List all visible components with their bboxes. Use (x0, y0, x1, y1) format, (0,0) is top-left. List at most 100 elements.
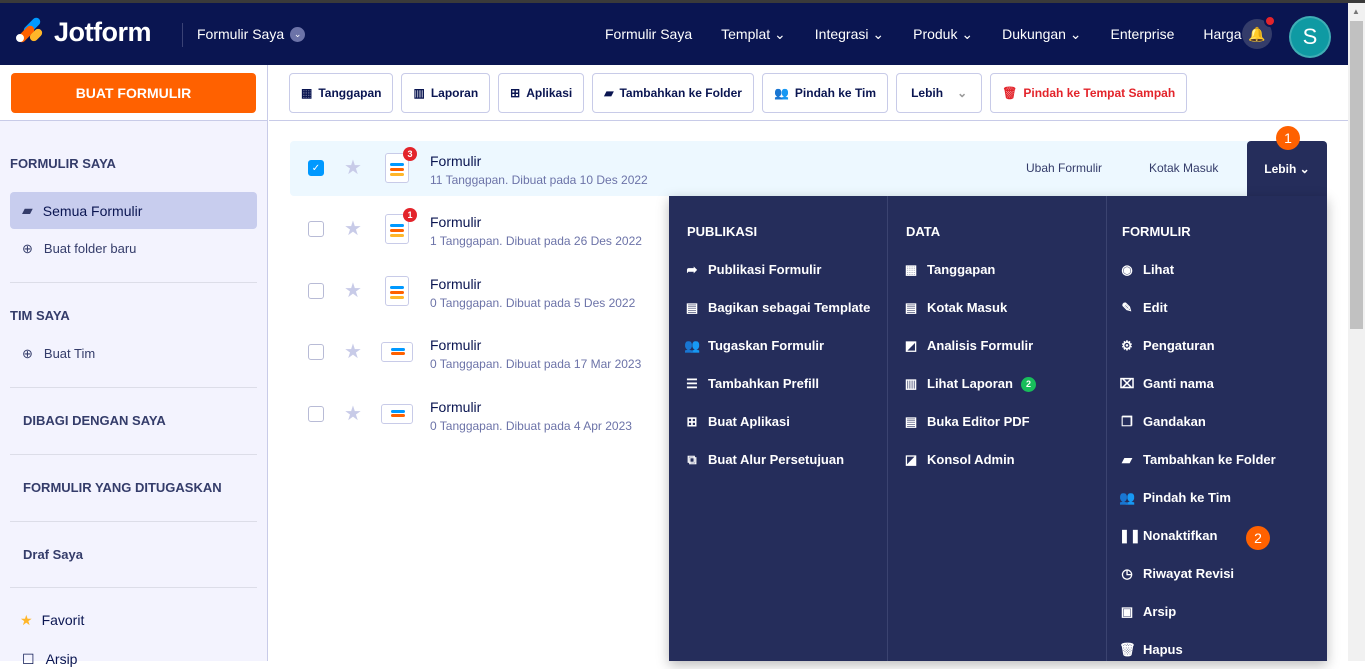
menu-item[interactable]: ▣ Arsip (1119, 593, 1327, 631)
move-to-team-button[interactable]: 👥 Pindah ke Tim (761, 72, 889, 113)
menu-item[interactable]: ▦ Tanggapan (903, 251, 1106, 289)
star-icon[interactable]: ★ (344, 401, 362, 426)
nav-products[interactable]: Produk ⌄ (913, 26, 973, 43)
share-icon: ➦ (686, 262, 698, 277)
nav-enterprise[interactable]: Enterprise (1111, 26, 1175, 43)
menu-item-label: Tugaskan Formulir (708, 338, 825, 353)
menu-item[interactable]: ▥ Lihat Laporan 2 (903, 365, 1106, 403)
menu-item[interactable]: ▤ Kotak Masuk (903, 289, 1106, 327)
create-form-button[interactable]: BUAT FORMULIR (11, 73, 256, 113)
menu-item[interactable]: ⌧ Ganti nama (1119, 365, 1327, 403)
trash-icon: 🗑 (1119, 642, 1136, 657)
nav-support[interactable]: Dukungan ⌄ (1002, 26, 1081, 43)
sidebar-item-archive[interactable]: ☐ Arsip (22, 651, 77, 668)
nav-pricing[interactable]: Harga (1203, 26, 1241, 43)
menu-item[interactable]: 👥 Pindah ke Tim (1119, 479, 1327, 517)
menu-item[interactable]: ⊞ Buat Aplikasi (684, 403, 887, 441)
form-meta: 0 Tanggapan. Dibuat pada 17 Mar 2023 (430, 357, 642, 371)
select-checkbox[interactable] (308, 282, 324, 299)
add-to-folder-button[interactable]: ▰ Tambahkan ke Folder (592, 72, 754, 113)
sidebar-item-assigned[interactable]: FORMULIR YANG DITUGASKAN (23, 480, 222, 495)
move-to-trash-button[interactable]: 🗑 Pindah ke Tempat Sampah (990, 72, 1188, 113)
select-checkbox[interactable] (308, 221, 324, 237)
menu-item-label: Gandakan (1143, 414, 1206, 429)
scrollbar-thumb[interactable] (1350, 21, 1363, 329)
form-title[interactable]: Formulir (430, 153, 481, 169)
rename-icon: ⌧ (1119, 376, 1135, 391)
add-folder-label: Tambahkan ke Folder (619, 85, 742, 100)
star-icon[interactable]: ★ (344, 339, 362, 364)
form-icon (381, 403, 413, 424)
count-badge: 2 (1020, 376, 1036, 392)
my-forms-heading: FORMULIR SAYA (10, 156, 116, 171)
sidebar-item-favorites[interactable]: ★ Favorit (20, 612, 84, 629)
new-folder-label: Buat folder baru (43, 241, 137, 256)
star-icon[interactable]: ★ (344, 155, 362, 180)
menu-item[interactable]: ❚❚ Nonaktifkan (1119, 517, 1327, 555)
menu-item-label: Buka Editor PDF (927, 414, 1030, 429)
archive-icon: ☐ (22, 651, 35, 667)
avatar[interactable]: S (1289, 16, 1331, 58)
nav-my-forms[interactable]: Formulir Saya (605, 26, 692, 43)
menu-item[interactable]: ◩ Analisis Formulir (903, 327, 1106, 365)
all-forms-label: Semua Formulir (42, 202, 143, 219)
sidebar-item-shared[interactable]: DIBAGI DENGAN SAYA (23, 413, 166, 428)
menu-item[interactable]: ◷ Riwayat Revisi (1119, 555, 1327, 593)
divider (10, 282, 257, 283)
scrollbar[interactable]: ▲ (1348, 3, 1365, 661)
divider (10, 521, 257, 522)
analytics-icon: ◩ (904, 338, 918, 353)
menu-item[interactable]: ⧉ Buat Alur Persetujuan (684, 441, 887, 479)
nav-templates[interactable]: Templat ⌄ (721, 26, 786, 43)
jotform-logo[interactable]: Jotform (14, 15, 152, 48)
apps-label: Aplikasi (526, 85, 573, 100)
menu-item[interactable]: ❐ Gandakan (1119, 403, 1327, 441)
more-dropdown-button[interactable]: Lebih ⌄ (896, 72, 983, 113)
star-icon[interactable]: ★ (344, 216, 362, 241)
menu-item[interactable]: ➦ Publikasi Formulir (684, 251, 887, 289)
divider (10, 587, 257, 588)
menu-item[interactable]: ◉ Lihat (1119, 251, 1327, 289)
notifications-button[interactable]: 🔔 (1242, 15, 1276, 49)
menu-item[interactable]: ✎ Edit (1119, 289, 1327, 327)
form-title[interactable]: Formulir (430, 214, 481, 230)
nav-integrations[interactable]: Integrasi ⌄ (815, 26, 884, 43)
menu-item[interactable]: 🗑 Hapus (1119, 631, 1327, 669)
move-team-label: Pindah ke Tim (794, 85, 877, 100)
assign-icon: 👥 (684, 338, 701, 353)
form-title[interactable]: Formulir (430, 276, 481, 292)
menu-item[interactable]: ◪ Konsol Admin (903, 441, 1106, 479)
table-row[interactable]: ✓ ★ 3 Formulir 11 Tanggapan. Dibuat pada 10 … (290, 141, 1327, 197)
scroll-up-icon: ▲ (1352, 7, 1360, 16)
archive-label: Arsip (45, 651, 78, 667)
top-navbar: Jotform Formulir Saya ⌄ Formulir Saya Tem… (0, 3, 1348, 65)
select-checkbox[interactable] (308, 405, 324, 422)
create-team-button[interactable]: ⊕ Buat Tim (22, 346, 95, 362)
menu-column-publikasi: PUBLIKASI ➦ Publikasi Formulir ▤ Bagikan seb… (669, 196, 888, 661)
apps-button[interactable]: ⊞ Aplikasi (498, 72, 585, 113)
menu-item[interactable]: ▰ Tambahkan ke Folder (1119, 441, 1327, 479)
my-forms-switcher[interactable]: Formulir Saya ⌄ (197, 26, 306, 42)
select-checkbox[interactable]: ✓ (308, 160, 324, 176)
menu-item[interactable]: ⚙ Pengaturan (1119, 327, 1327, 365)
form-title[interactable]: Formulir (430, 399, 481, 415)
approval-icon: ⧉ (687, 452, 697, 467)
folder-add-icon: ▰ (1122, 452, 1132, 467)
responses-button[interactable]: ▦ Tanggapan (289, 72, 394, 113)
select-checkbox[interactable] (308, 344, 324, 360)
menu-item[interactable]: ☰ Tambahkan Prefill (684, 365, 887, 403)
menu-item[interactable]: ▤ Bagikan sebagai Template (684, 289, 887, 327)
star-icon[interactable]: ★ (344, 278, 362, 303)
reports-button[interactable]: ▥ Laporan (401, 72, 491, 113)
app-icon: ⊞ (686, 414, 698, 429)
reports-label: Laporan (430, 85, 479, 100)
sidebar: BUAT FORMULIR FORMULIR SAYA ▰ Semua Formu… (0, 65, 268, 667)
sidebar-item-all-forms[interactable]: ▰ Semua Formulir (10, 192, 257, 229)
edit-form-button[interactable]: Ubah Formulir (1026, 161, 1102, 175)
inbox-button[interactable]: Kotak Masuk (1149, 161, 1218, 175)
new-folder-button[interactable]: ⊕ Buat folder baru (22, 241, 136, 257)
menu-item[interactable]: 👥 Tugaskan Formulir (684, 327, 887, 365)
form-title[interactable]: Formulir (430, 337, 481, 353)
sidebar-item-drafts[interactable]: Draf Saya (23, 547, 83, 562)
menu-item[interactable]: ▤ Buka Editor PDF (903, 403, 1106, 441)
